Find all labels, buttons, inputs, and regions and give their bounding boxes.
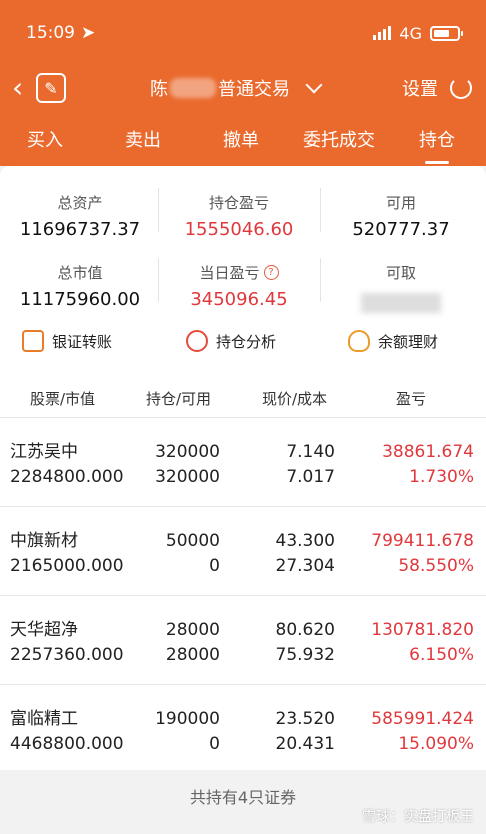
- total-assets-value: 11696737.37: [19, 219, 141, 240]
- stock-price: 43.300: [275, 531, 335, 551]
- position-pl: 持仓盈亏 1555046.60: [159, 192, 319, 240]
- app-logo-icon[interactable]: ✎: [36, 73, 66, 103]
- stock-pl-pct: 1.730%: [409, 467, 474, 487]
- trade-tabs: 买入 卖出 撤单 委托成交 持仓: [0, 118, 486, 162]
- market-value-value: 11175960.00: [19, 289, 141, 310]
- daily-pl: 当日盈亏 ? 345096.45: [159, 262, 319, 310]
- available: 可用 520777.37: [321, 192, 481, 240]
- holdings-table: 股票/市值 持仓/可用 现价/成本 盈亏 江苏吴中 2284800.000 32…: [0, 380, 486, 774]
- refresh-icon[interactable]: [450, 77, 472, 99]
- table-header: 股票/市值 持仓/可用 现价/成本 盈亏: [0, 380, 486, 418]
- stock-position: 320000: [155, 442, 220, 462]
- wealth-management-button[interactable]: 余额理财: [348, 330, 438, 352]
- daily-pl-value: 345096.45: [190, 289, 288, 310]
- stock-cost: 20.431: [275, 734, 335, 754]
- stock-price: 7.140: [286, 442, 335, 462]
- stock-available: 320000: [155, 467, 220, 487]
- daily-pl-label-wrap: 当日盈亏 ?: [159, 262, 319, 283]
- stock-name: 江苏吴中: [10, 442, 78, 462]
- stock-cost: 27.304: [275, 556, 335, 576]
- stock-pl-pct: 15.090%: [398, 734, 474, 754]
- chevron-down-icon: [305, 76, 323, 94]
- stock-name: 富临精工: [10, 709, 78, 729]
- time-text: 15:09: [26, 23, 75, 43]
- col-pl: 盈亏: [396, 390, 427, 408]
- stock-market-value: 4468800.000: [10, 734, 124, 754]
- watermark: 雪球：实盘打板王: [362, 806, 474, 826]
- header: 15:09 ➤ 4G ‹ ✎ 陈 普通交易 设置 买入 卖出 撤单 委托成交 持…: [0, 0, 486, 166]
- status-bar: 15:09 ➤ 4G: [26, 18, 463, 48]
- settings-button[interactable]: 设置: [402, 75, 438, 101]
- stock-position: 190000: [155, 709, 220, 729]
- table-row[interactable]: 中旗新材 2165000.000 50000 0 43.300 27.304 7…: [0, 507, 486, 596]
- stock-position: 28000: [165, 620, 220, 640]
- table-row[interactable]: 江苏吴中 2284800.000 320000 320000 7.140 7.0…: [0, 418, 486, 507]
- account-selector[interactable]: 陈 普通交易: [150, 75, 323, 101]
- tab-sell[interactable]: 卖出: [125, 126, 161, 152]
- stock-pl: 130781.820: [371, 620, 474, 640]
- position-pl-label: 持仓盈亏: [208, 194, 269, 212]
- col-stock: 股票/市值: [30, 390, 96, 408]
- stock-available: 0: [209, 734, 220, 754]
- signal-icon: [373, 26, 392, 40]
- position-pl-value: 1555046.60: [184, 219, 294, 240]
- blurred-name: [170, 78, 216, 98]
- position-analysis-label: 持仓分析: [216, 332, 277, 351]
- stock-available: 28000: [165, 645, 220, 665]
- bank-transfer-button[interactable]: 银证转账: [22, 330, 112, 352]
- stock-cost: 75.932: [275, 645, 335, 665]
- location-icon: ➤: [81, 23, 96, 43]
- stock-market-value: 2165000.000: [10, 556, 124, 576]
- watermark-text: 雪球：实盘打板王: [362, 809, 474, 825]
- transfer-icon: [22, 330, 44, 352]
- stock-name: 天华超净: [10, 620, 78, 640]
- stock-pl-pct: 58.550%: [398, 556, 474, 576]
- help-icon[interactable]: ?: [263, 265, 279, 280]
- col-position: 持仓/可用: [146, 390, 212, 408]
- stock-price: 23.520: [275, 709, 335, 729]
- stock-name: 中旗新材: [10, 531, 78, 551]
- total-assets: 总资产 11696737.37: [0, 192, 160, 240]
- stock-pl: 799411.678: [371, 531, 474, 551]
- stock-pl: 585991.424: [371, 709, 474, 729]
- network-label: 4G: [399, 23, 422, 43]
- market-value-label: 总市值: [57, 264, 103, 282]
- stock-cost: 7.017: [286, 467, 335, 487]
- status-right: 4G: [373, 23, 463, 43]
- available-value: 520777.37: [352, 219, 450, 240]
- quick-actions: 银证转账 持仓分析 余额理财: [0, 310, 486, 372]
- table-row[interactable]: 富临精工 4468800.000 190000 0 23.520 20.431 …: [0, 685, 486, 774]
- position-analysis-button[interactable]: 持仓分析: [186, 330, 276, 352]
- total-assets-label: 总资产: [57, 194, 103, 212]
- stock-market-value: 2257360.000: [10, 645, 124, 665]
- status-time: 15:09 ➤: [26, 23, 95, 43]
- piggy-bank-icon: [348, 330, 370, 352]
- table-row[interactable]: 天华超净 2257360.000 28000 28000 80.620 75.9…: [0, 596, 486, 685]
- withdrawable-label: 可取: [385, 264, 416, 282]
- tab-positions[interactable]: 持仓: [419, 126, 455, 152]
- tab-orders[interactable]: 委托成交: [303, 126, 375, 152]
- tab-buy[interactable]: 买入: [27, 126, 63, 152]
- battery-icon: [430, 25, 463, 41]
- stock-position: 50000: [165, 531, 220, 551]
- stock-pl-pct: 6.150%: [409, 645, 474, 665]
- market-value: 总市值 11175960.00: [0, 262, 160, 310]
- bank-transfer-label: 银证转账: [52, 332, 113, 351]
- tab-cancel[interactable]: 撤单: [223, 126, 259, 152]
- stock-available: 0: [209, 556, 220, 576]
- title-suffix: 普通交易: [218, 79, 290, 100]
- title-prefix: 陈: [150, 79, 168, 100]
- stock-price: 80.620: [275, 620, 335, 640]
- back-icon[interactable]: ‹: [12, 74, 23, 102]
- pie-chart-icon: [186, 330, 208, 352]
- col-price: 现价/成本: [262, 390, 328, 408]
- stock-market-value: 2284800.000: [10, 467, 124, 487]
- nav-bar: ‹ ✎ 陈 普通交易 设置: [0, 66, 486, 110]
- wealth-management-label: 余额理财: [378, 332, 439, 351]
- daily-pl-label: 当日盈亏: [199, 264, 260, 282]
- available-label: 可用: [385, 194, 416, 212]
- stock-pl: 38861.674: [382, 442, 474, 462]
